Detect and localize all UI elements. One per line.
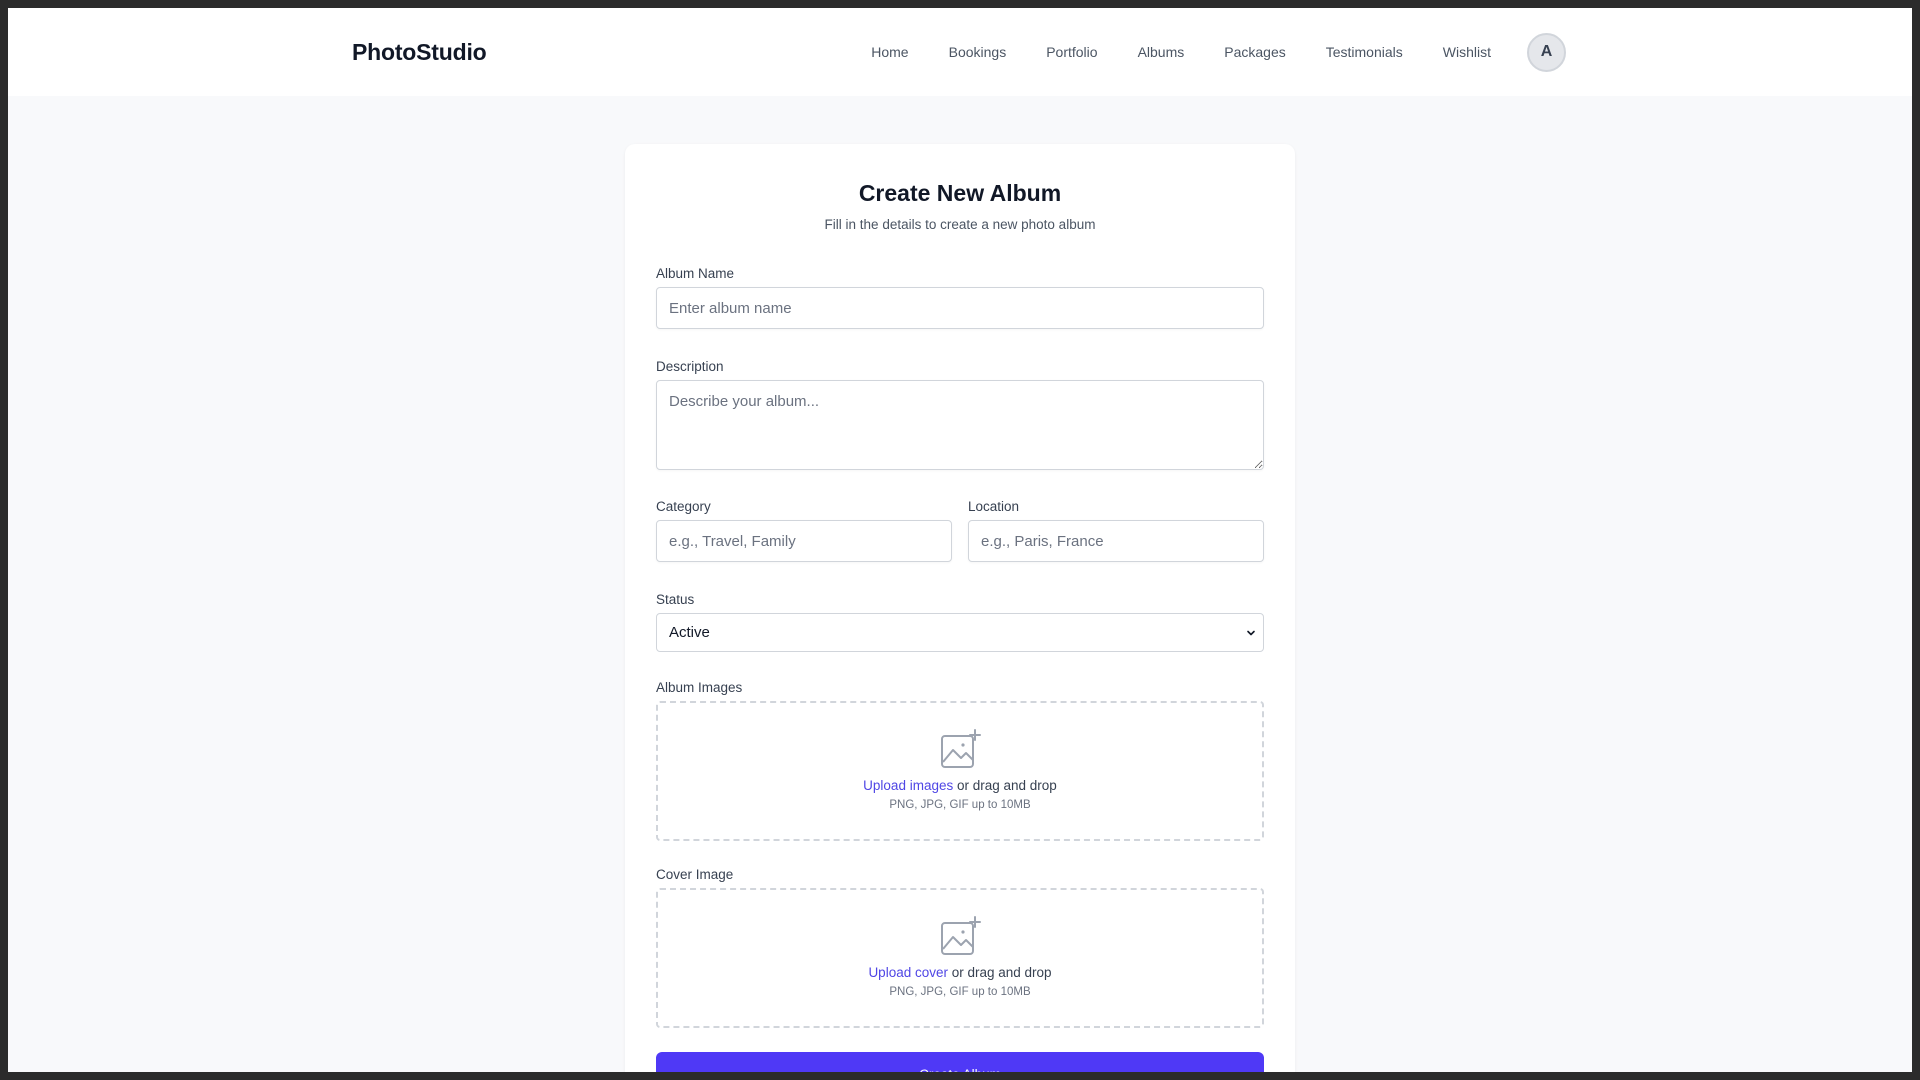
album-images-drag-text: or drag and drop — [953, 777, 1057, 793]
nav-albums[interactable]: Albums — [1138, 44, 1185, 60]
user-avatar[interactable]: A — [1527, 32, 1566, 72]
nav-packages[interactable]: Packages — [1224, 44, 1285, 60]
create-album-card: Create New Album Fill in the details to … — [625, 144, 1295, 1072]
album-images-hint: PNG, JPG, GIF up to 10MB — [889, 798, 1031, 811]
cover-image-dropzone[interactable]: Upload cover or drag and drop PNG, JPG, … — [656, 888, 1264, 1028]
status-select[interactable]: Active — [656, 613, 1264, 652]
album-images-group: Album Images Upload images or drag and d… — [656, 680, 1264, 841]
chevron-down-icon — [1247, 630, 1255, 635]
category-location-row: Category Location — [656, 499, 1264, 562]
location-input[interactable] — [968, 520, 1264, 562]
image-plus-icon — [941, 728, 981, 768]
album-name-input[interactable] — [656, 287, 1264, 329]
page-subtitle: Fill in the details to create a new phot… — [824, 217, 1096, 232]
brand-logo[interactable]: PhotoStudio — [352, 39, 487, 66]
page-title: Create New Album — [858, 180, 1062, 206]
cover-image-label: Cover Image — [656, 867, 734, 882]
status-label: Status — [656, 592, 695, 607]
category-input[interactable] — [656, 520, 952, 562]
album-images-dropzone[interactable]: Upload images or drag and drop PNG, JPG,… — [656, 701, 1264, 841]
album-images-label: Album Images — [656, 680, 743, 695]
upload-images-link[interactable]: Upload images — [863, 778, 953, 793]
album-name-group: Album Name — [656, 266, 1264, 329]
album-images-instructions: Upload images or drag and drop — [863, 778, 1057, 793]
cover-image-drag-text: or drag and drop — [947, 964, 1052, 980]
nav-wishlist[interactable]: Wishlist — [1443, 44, 1491, 60]
submit-group: Create Album — [656, 1052, 1264, 1072]
description-group: Description — [656, 359, 1264, 475]
top-navbar: PhotoStudio Home Bookings Portfolio Albu… — [8, 8, 1912, 96]
cover-image-hint: PNG, JPG, GIF up to 10MB — [889, 985, 1031, 998]
location-group: Location — [968, 499, 1264, 562]
category-group: Category — [656, 499, 952, 562]
description-label: Description — [656, 359, 724, 374]
image-plus-icon — [941, 915, 981, 955]
category-label: Category — [656, 499, 711, 514]
nav-portfolio[interactable]: Portfolio — [1046, 44, 1097, 60]
album-name-label: Album Name — [656, 266, 735, 281]
cover-image-group: Cover Image Upload cover or drag and dro… — [656, 867, 1264, 1028]
nav-home[interactable]: Home — [871, 44, 908, 60]
cover-image-instructions: Upload cover or drag and drop — [868, 965, 1051, 980]
nav-bookings[interactable]: Bookings — [949, 44, 1007, 60]
upload-cover-link[interactable]: Upload cover — [868, 965, 948, 980]
description-textarea[interactable] — [656, 380, 1264, 470]
create-album-button[interactable]: Create Album — [656, 1052, 1264, 1072]
app-frame: PhotoStudio Home Bookings Portfolio Albu… — [8, 8, 1912, 1072]
nav-testimonials[interactable]: Testimonials — [1326, 44, 1403, 60]
status-group: Status Active — [656, 592, 1264, 652]
location-label: Location — [968, 499, 1020, 514]
status-selected-value: Active — [669, 624, 710, 641]
main-nav: Home Bookings Portfolio Albums Packages … — [871, 32, 1566, 72]
